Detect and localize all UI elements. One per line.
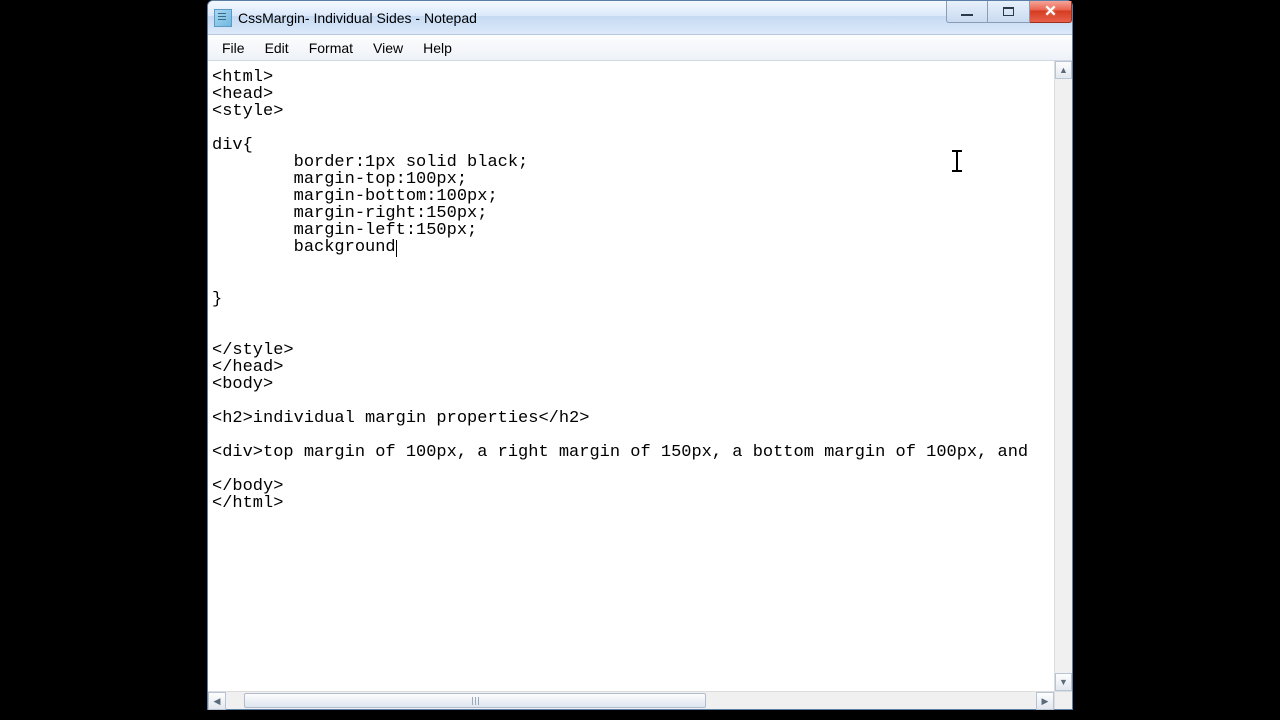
chevron-down-icon: ▼ [1059, 677, 1068, 687]
chevron-up-icon: ▲ [1059, 65, 1068, 75]
line: <h2>individual margin properties</h2> [212, 409, 589, 428]
window-controls: ✕ [946, 1, 1072, 23]
titlebar[interactable]: CssMargin- Individual Sides - Notepad ✕ [208, 1, 1072, 35]
menubar: File Edit Format View Help [208, 35, 1072, 61]
maximize-button[interactable] [988, 1, 1030, 23]
horizontal-scrollbar[interactable]: ◀ ▶ [208, 691, 1072, 709]
chevron-left-icon: ◀ [214, 696, 221, 707]
client-area: <html> <head> <style> div{ border:1px so… [208, 61, 1072, 691]
window-title: CssMargin- Individual Sides - Notepad [238, 10, 477, 26]
menu-view[interactable]: View [363, 38, 413, 58]
maximize-icon [1003, 7, 1014, 16]
line: <body> [212, 375, 273, 394]
hscroll-thumb[interactable] [244, 693, 706, 708]
hscroll-track[interactable] [226, 692, 1036, 709]
scrollbar-corner [1054, 692, 1072, 709]
line: </html> [212, 494, 283, 513]
line: <div>top margin of 100px, a right margin… [212, 443, 1038, 462]
menu-help[interactable]: Help [413, 38, 462, 58]
line: } [212, 290, 222, 309]
minimize-button[interactable] [946, 1, 988, 23]
scroll-left-button[interactable]: ◀ [208, 692, 226, 710]
menu-format[interactable]: Format [299, 38, 363, 58]
menu-file[interactable]: File [212, 38, 255, 58]
chevron-right-icon: ▶ [1042, 696, 1049, 707]
close-button[interactable]: ✕ [1030, 1, 1072, 23]
line: background [212, 238, 396, 257]
text-caret [396, 240, 397, 257]
vscroll-track[interactable] [1055, 79, 1072, 673]
scroll-down-button[interactable]: ▼ [1055, 673, 1072, 691]
scroll-right-button[interactable]: ▶ [1036, 692, 1054, 710]
line: <style> [212, 102, 283, 121]
notepad-icon [214, 9, 232, 27]
menu-edit[interactable]: Edit [255, 38, 299, 58]
close-icon: ✕ [1044, 4, 1057, 19]
text-editor[interactable]: <html> <head> <style> div{ border:1px so… [208, 61, 1054, 691]
scroll-up-button[interactable]: ▲ [1055, 61, 1072, 79]
ibeam-cursor-icon [956, 151, 958, 171]
vertical-scrollbar[interactable]: ▲ ▼ [1054, 61, 1072, 691]
notepad-window: CssMargin- Individual Sides - Notepad ✕ … [207, 0, 1073, 710]
minimize-icon [961, 13, 973, 16]
